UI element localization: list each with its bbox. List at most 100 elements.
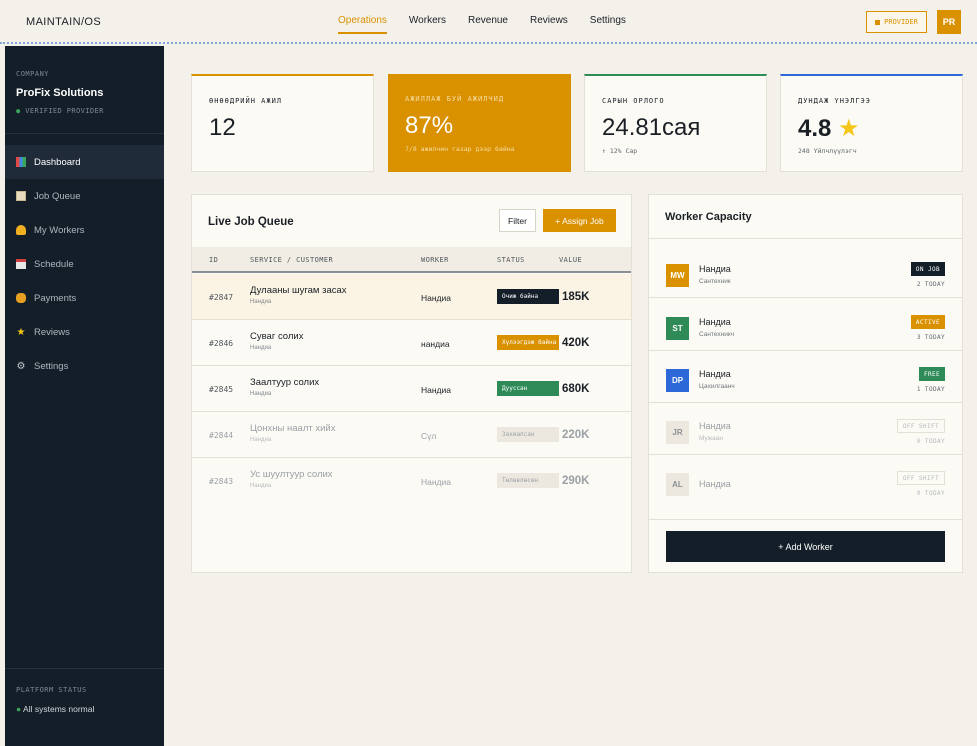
- star-icon: ★: [16, 326, 26, 338]
- kpi-subtext: 7/8 ажилчин газар дээр байна: [405, 145, 515, 153]
- kpi-card-monthly-revenue: САРЫН ОРЛОГО 24.81сая ↑ 12% Сар: [584, 74, 767, 172]
- worker-today-count: 0 TODAY: [916, 490, 945, 497]
- star-icon: ★: [838, 115, 860, 142]
- worker-name: Нандиа: [699, 479, 731, 489]
- job-customer: Нандиа: [250, 345, 272, 351]
- table-row[interactable]: #2847 Дулааны шугам засах Нандиа Нандиа …: [192, 274, 631, 320]
- kpi-label: АЖИЛЛАЖ БУЙ АЖИЛЧИД: [405, 95, 505, 103]
- table-row[interactable]: #2843 Ус шуултуур солих Нандиа Нандиа Тө…: [192, 458, 631, 504]
- kpi-card-average-rating: ДУНДАЖ ҮНЭЛГЭЭ 4.8 ★ 248 Үйлчлүүлэгч: [780, 74, 963, 172]
- worker-status-badge: FREE: [918, 367, 945, 381]
- worker-row[interactable]: DP Нандиа Цахилгаанч FREE 1 TODAY: [649, 357, 962, 403]
- company-label: COMPANY: [16, 70, 50, 78]
- square-icon: [875, 19, 881, 25]
- worker-status-badge: ON JOB: [910, 262, 945, 276]
- nav-settings[interactable]: Settings: [590, 15, 626, 34]
- panel-divider: [649, 519, 962, 520]
- job-id: #2847: [209, 293, 234, 302]
- platform-status-text: All systems normal: [23, 704, 95, 714]
- column-header-id[interactable]: ID: [209, 256, 218, 264]
- job-worker: нандиа: [421, 339, 450, 349]
- table-row[interactable]: #2845 Заалтуур солих Нандиа Нандиа Дуусс…: [192, 366, 631, 412]
- worker-row[interactable]: JR Нандиа Мужаан OFF SHIFT 0 TODAY: [649, 409, 962, 455]
- sidebar-item-my-workers[interactable]: My Workers: [5, 213, 164, 247]
- column-header-status[interactable]: STATUS: [497, 256, 525, 264]
- kpi-label: ДУНДАЖ ҮНЭЛГЭЭ: [798, 97, 872, 105]
- job-service: Цонхны наалт хийх: [250, 423, 336, 434]
- job-id: #2844: [209, 431, 234, 440]
- table-row[interactable]: #2846 Суваг солих Нандиа нандиа Хүлээгдэ…: [192, 320, 631, 366]
- worker-avatar: ST: [666, 317, 689, 340]
- sidebar-item-schedule[interactable]: Schedule: [5, 247, 164, 281]
- kpi-value: 4.8 ★: [798, 114, 860, 143]
- worker-role: Мужаан: [699, 435, 723, 442]
- sidebar: COMPANY ProFix Solutions ● VERIFIED PROV…: [5, 46, 164, 746]
- column-header-service[interactable]: SERVICE / CUSTOMER: [250, 256, 333, 264]
- status-badge: Хүлээгдэж байна: [497, 335, 559, 350]
- job-id: #2843: [209, 477, 234, 486]
- worker-role: Сантехникч: [699, 331, 735, 338]
- sidebar-item-settings[interactable]: ⚙ Settings: [5, 349, 164, 383]
- job-id: #2846: [209, 339, 234, 348]
- user-avatar[interactable]: PR: [937, 10, 961, 34]
- provider-badge-label: PROVIDER: [884, 18, 918, 26]
- job-service: Дулааны шугам засах: [250, 285, 347, 296]
- nav-operations[interactable]: Operations: [338, 15, 387, 34]
- job-customer: Нандиа: [250, 299, 272, 305]
- worker-row[interactable]: ST Нандиа Сантехникч ACTIVE 3 TODAY: [649, 305, 962, 351]
- add-worker-button[interactable]: + Add Worker: [666, 531, 945, 562]
- worker-name: Нандиа: [699, 317, 731, 327]
- rating-value: 4.8: [798, 115, 832, 142]
- nav-revenue[interactable]: Revenue: [468, 15, 508, 34]
- job-worker: Нандиа: [421, 293, 451, 303]
- sidebar-item-label: Dashboard: [34, 156, 81, 168]
- worker-icon: [16, 225, 26, 235]
- gear-icon: ⚙: [16, 360, 26, 372]
- sidebar-item-dashboard[interactable]: Dashboard: [5, 145, 164, 179]
- sidebar-item-label: Reviews: [34, 326, 70, 338]
- worker-status-badge: OFF SHIFT: [896, 471, 945, 485]
- column-header-value[interactable]: VALUE: [559, 256, 582, 264]
- job-customer: Нандиа: [250, 437, 272, 443]
- column-header-worker[interactable]: WORKER: [421, 256, 449, 264]
- nav-workers[interactable]: Workers: [409, 15, 446, 34]
- job-value: 290K: [562, 475, 590, 487]
- job-service: Ус шуултуур солих: [250, 469, 333, 480]
- provider-badge[interactable]: PROVIDER: [866, 11, 927, 33]
- sidebar-item-job-queue[interactable]: Job Queue: [5, 179, 164, 213]
- nav-reviews[interactable]: Reviews: [530, 15, 568, 34]
- status-badge: Төлөвлөсөн: [497, 473, 559, 488]
- money-bag-icon: [16, 293, 26, 303]
- assign-job-button[interactable]: + Assign Job: [543, 209, 616, 232]
- worker-role: Сантехник: [699, 278, 731, 285]
- kpi-card-active-workers: АЖИЛЛАЖ БУЙ АЖИЛЧИД 87% 7/8 ажилчин газа…: [388, 74, 571, 172]
- worker-avatar: AL: [666, 473, 689, 496]
- sidebar-item-reviews[interactable]: ★ Reviews: [5, 315, 164, 349]
- dashboard-icon: [16, 157, 26, 167]
- status-badge: Очиж байна: [497, 289, 559, 304]
- job-value: 220K: [562, 429, 590, 441]
- job-service: Заалтуур солих: [250, 377, 320, 388]
- job-value: 185K: [562, 291, 590, 303]
- sidebar-item-label: Schedule: [34, 258, 74, 270]
- calendar-icon: [16, 259, 26, 269]
- worker-status-badge: ACTIVE: [910, 315, 945, 329]
- kpi-value: 12: [209, 114, 236, 141]
- job-customer: Нандиа: [250, 483, 272, 489]
- sidebar-item-payments[interactable]: Payments: [5, 281, 164, 315]
- worker-row[interactable]: AL Нандиа OFF SHIFT 0 TODAY: [649, 461, 962, 507]
- job-worker: Сүл: [421, 431, 437, 441]
- brand-logo[interactable]: MAINTAIN/OS: [26, 16, 101, 28]
- filter-button[interactable]: Filter: [499, 209, 536, 232]
- sidebar-nav: Dashboard Job Queue My Workers Schedule …: [5, 145, 164, 383]
- sidebar-item-label: Job Queue: [34, 190, 81, 202]
- table-row[interactable]: #2844 Цонхны наалт хийх Нандиа Сүл Захиа…: [192, 412, 631, 458]
- job-worker: Нандиа: [421, 385, 451, 395]
- platform-status-label: PLATFORM STATUS: [16, 686, 87, 694]
- worker-name: Нандиа: [699, 421, 731, 431]
- kpi-card-today-jobs: ӨНӨӨДРИЙН АЖИЛ 12: [191, 74, 374, 172]
- status-dot-icon: ●: [16, 107, 21, 115]
- worker-role: Цахилгаанч: [699, 383, 735, 390]
- worker-row[interactable]: MW Нандиа Сантехник ON JOB 2 TODAY: [649, 252, 962, 298]
- company-name: ProFix Solutions: [16, 87, 104, 99]
